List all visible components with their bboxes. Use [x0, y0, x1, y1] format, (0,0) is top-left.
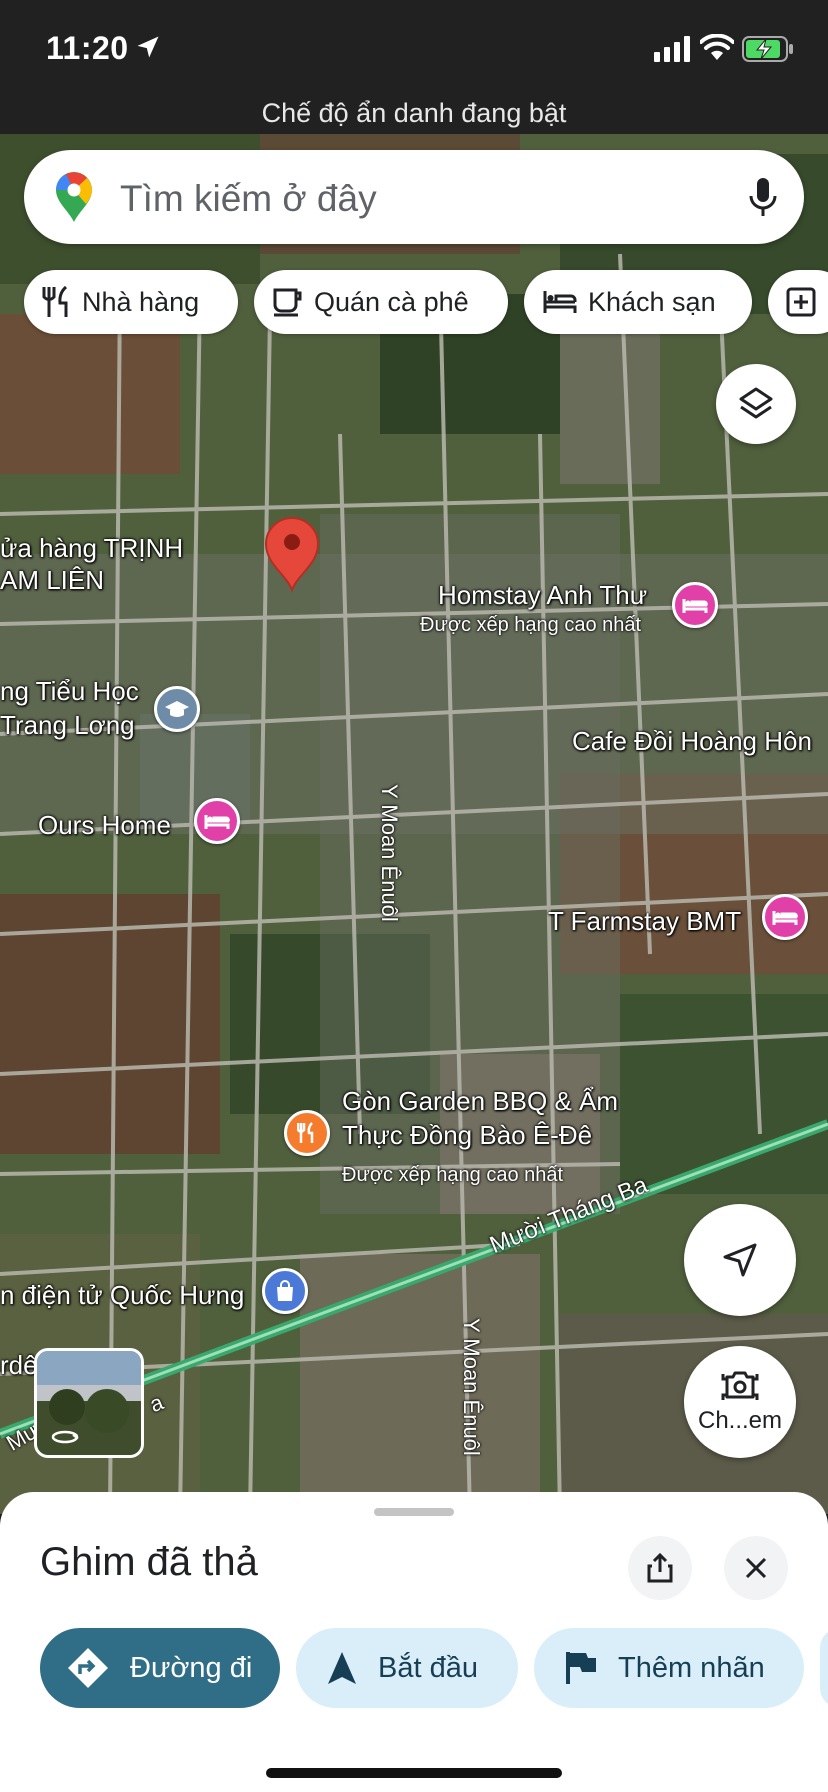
navigation-icon	[328, 1652, 356, 1684]
place-label-cafe-doi-hoang-hon[interactable]: Cafe Đồi Hoàng Hôn	[572, 726, 812, 757]
start-label: Bắt đầu	[378, 1651, 478, 1684]
lens-label: Ch...em	[697, 1407, 783, 1434]
restaurant-icon	[42, 285, 68, 317]
start-button[interactable]: Bắt đầu	[296, 1628, 518, 1708]
hotel-poi-icon[interactable]	[194, 798, 240, 844]
search-bar[interactable]: Tìm kiếm ở đây	[24, 150, 804, 244]
lens-button[interactable]: Ch...em	[684, 1346, 796, 1458]
place-label-truong-tieu-hoc[interactable]: ng Tiểu Học Trang Lơng	[0, 674, 139, 742]
navigation-arrow-icon	[723, 1243, 757, 1277]
share-button[interactable]	[628, 1536, 692, 1600]
chip-label: Nhà hàng	[82, 286, 200, 317]
school-poi-icon[interactable]	[154, 686, 200, 732]
search-input[interactable]: Tìm kiếm ở đây	[120, 178, 377, 220]
home-indicator[interactable]	[266, 1768, 562, 1778]
chip-label: Khách sạn	[588, 286, 716, 317]
close-icon	[745, 1557, 767, 1579]
place-label-ours-home[interactable]: Ours Home	[38, 810, 171, 841]
status-bar: 11:20	[0, 0, 828, 96]
close-button[interactable]	[724, 1536, 788, 1600]
hotel-poi-icon[interactable]	[672, 582, 718, 628]
add-label-button[interactable]: Thêm nhãn	[534, 1628, 804, 1708]
wifi-icon	[700, 34, 734, 60]
street-view-photo	[37, 1351, 141, 1455]
dropped-pin-sheet: Ghim đã thả Đường đi Bắt đầu Thêm nhãn	[0, 1492, 828, 1792]
map-view[interactable]: ửa hàng TRỊNH AM LIÊN Homstay Anh Thư Đượ…	[0, 134, 828, 1514]
chip-label: Quán cà phê	[314, 286, 469, 317]
directions-icon	[68, 1648, 108, 1688]
cellular-signal-icon	[654, 36, 690, 62]
directions-button[interactable]: Đường đi	[40, 1628, 280, 1708]
microphone-icon[interactable]	[748, 176, 778, 218]
drag-handle[interactable]	[374, 1508, 454, 1516]
place-label-t-farmstay[interactable]: T Farmstay BMT	[548, 906, 741, 937]
hotel-icon	[543, 291, 577, 313]
my-location-button[interactable]	[684, 1204, 796, 1316]
shopping-poi-icon[interactable]	[262, 1268, 308, 1314]
street-view-thumbnail[interactable]	[34, 1348, 144, 1458]
place-label-cua-hang[interactable]: ửa hàng TRỊNH AM LIÊN	[0, 532, 183, 596]
incognito-banner: Chế độ ẩn danh đang bật	[0, 96, 828, 134]
add-box-icon	[786, 287, 816, 317]
camera-lens-icon	[721, 1371, 759, 1400]
location-arrow-icon	[137, 36, 159, 58]
battery-charging-icon	[742, 36, 793, 62]
place-label-dien-tu-quoc-hung[interactable]: n điện tử Quốc Hưng	[0, 1280, 244, 1311]
restaurant-poi-icon[interactable]	[284, 1110, 330, 1156]
chip-cafes[interactable]: Quán cà phê	[254, 270, 508, 334]
chip-restaurants[interactable]: Nhà hàng	[24, 270, 238, 334]
share-icon	[647, 1552, 673, 1583]
road-label-y-moan-enuol: Y Moan Ênuôl	[459, 1318, 484, 1456]
status-time: 11:20	[46, 30, 129, 66]
road-label-y-moan-enuol: Y Moan Ênuôl	[377, 784, 402, 922]
layers-icon	[739, 387, 773, 419]
add-label-label: Thêm nhãn	[618, 1651, 765, 1684]
hotel-poi-icon[interactable]	[762, 894, 808, 940]
place-sublabel-homstay: Được xếp hạng cao nhất	[420, 614, 642, 636]
place-sublabel-gon-garden: Được xếp hạng cao nhất	[342, 1164, 564, 1186]
place-label-homstay-anh-thu[interactable]: Homstay Anh Thư	[438, 580, 647, 611]
flag-icon	[566, 1652, 596, 1684]
chip-hotels[interactable]: Khách sạn	[524, 270, 752, 334]
more-actions-partial[interactable]	[820, 1628, 828, 1708]
layers-button[interactable]	[716, 364, 796, 444]
sheet-title: Ghim đã thả	[40, 1540, 258, 1584]
directions-label: Đường đi	[130, 1651, 253, 1684]
coffee-icon	[273, 288, 302, 317]
place-label-partial[interactable]: rdê	[0, 1350, 38, 1381]
chip-more[interactable]	[768, 270, 828, 334]
google-maps-logo-icon	[56, 172, 92, 222]
place-label-gon-garden[interactable]: Gòn Garden BBQ & Ẩm Thực Đồng Bào Ê-Đê	[342, 1084, 618, 1152]
